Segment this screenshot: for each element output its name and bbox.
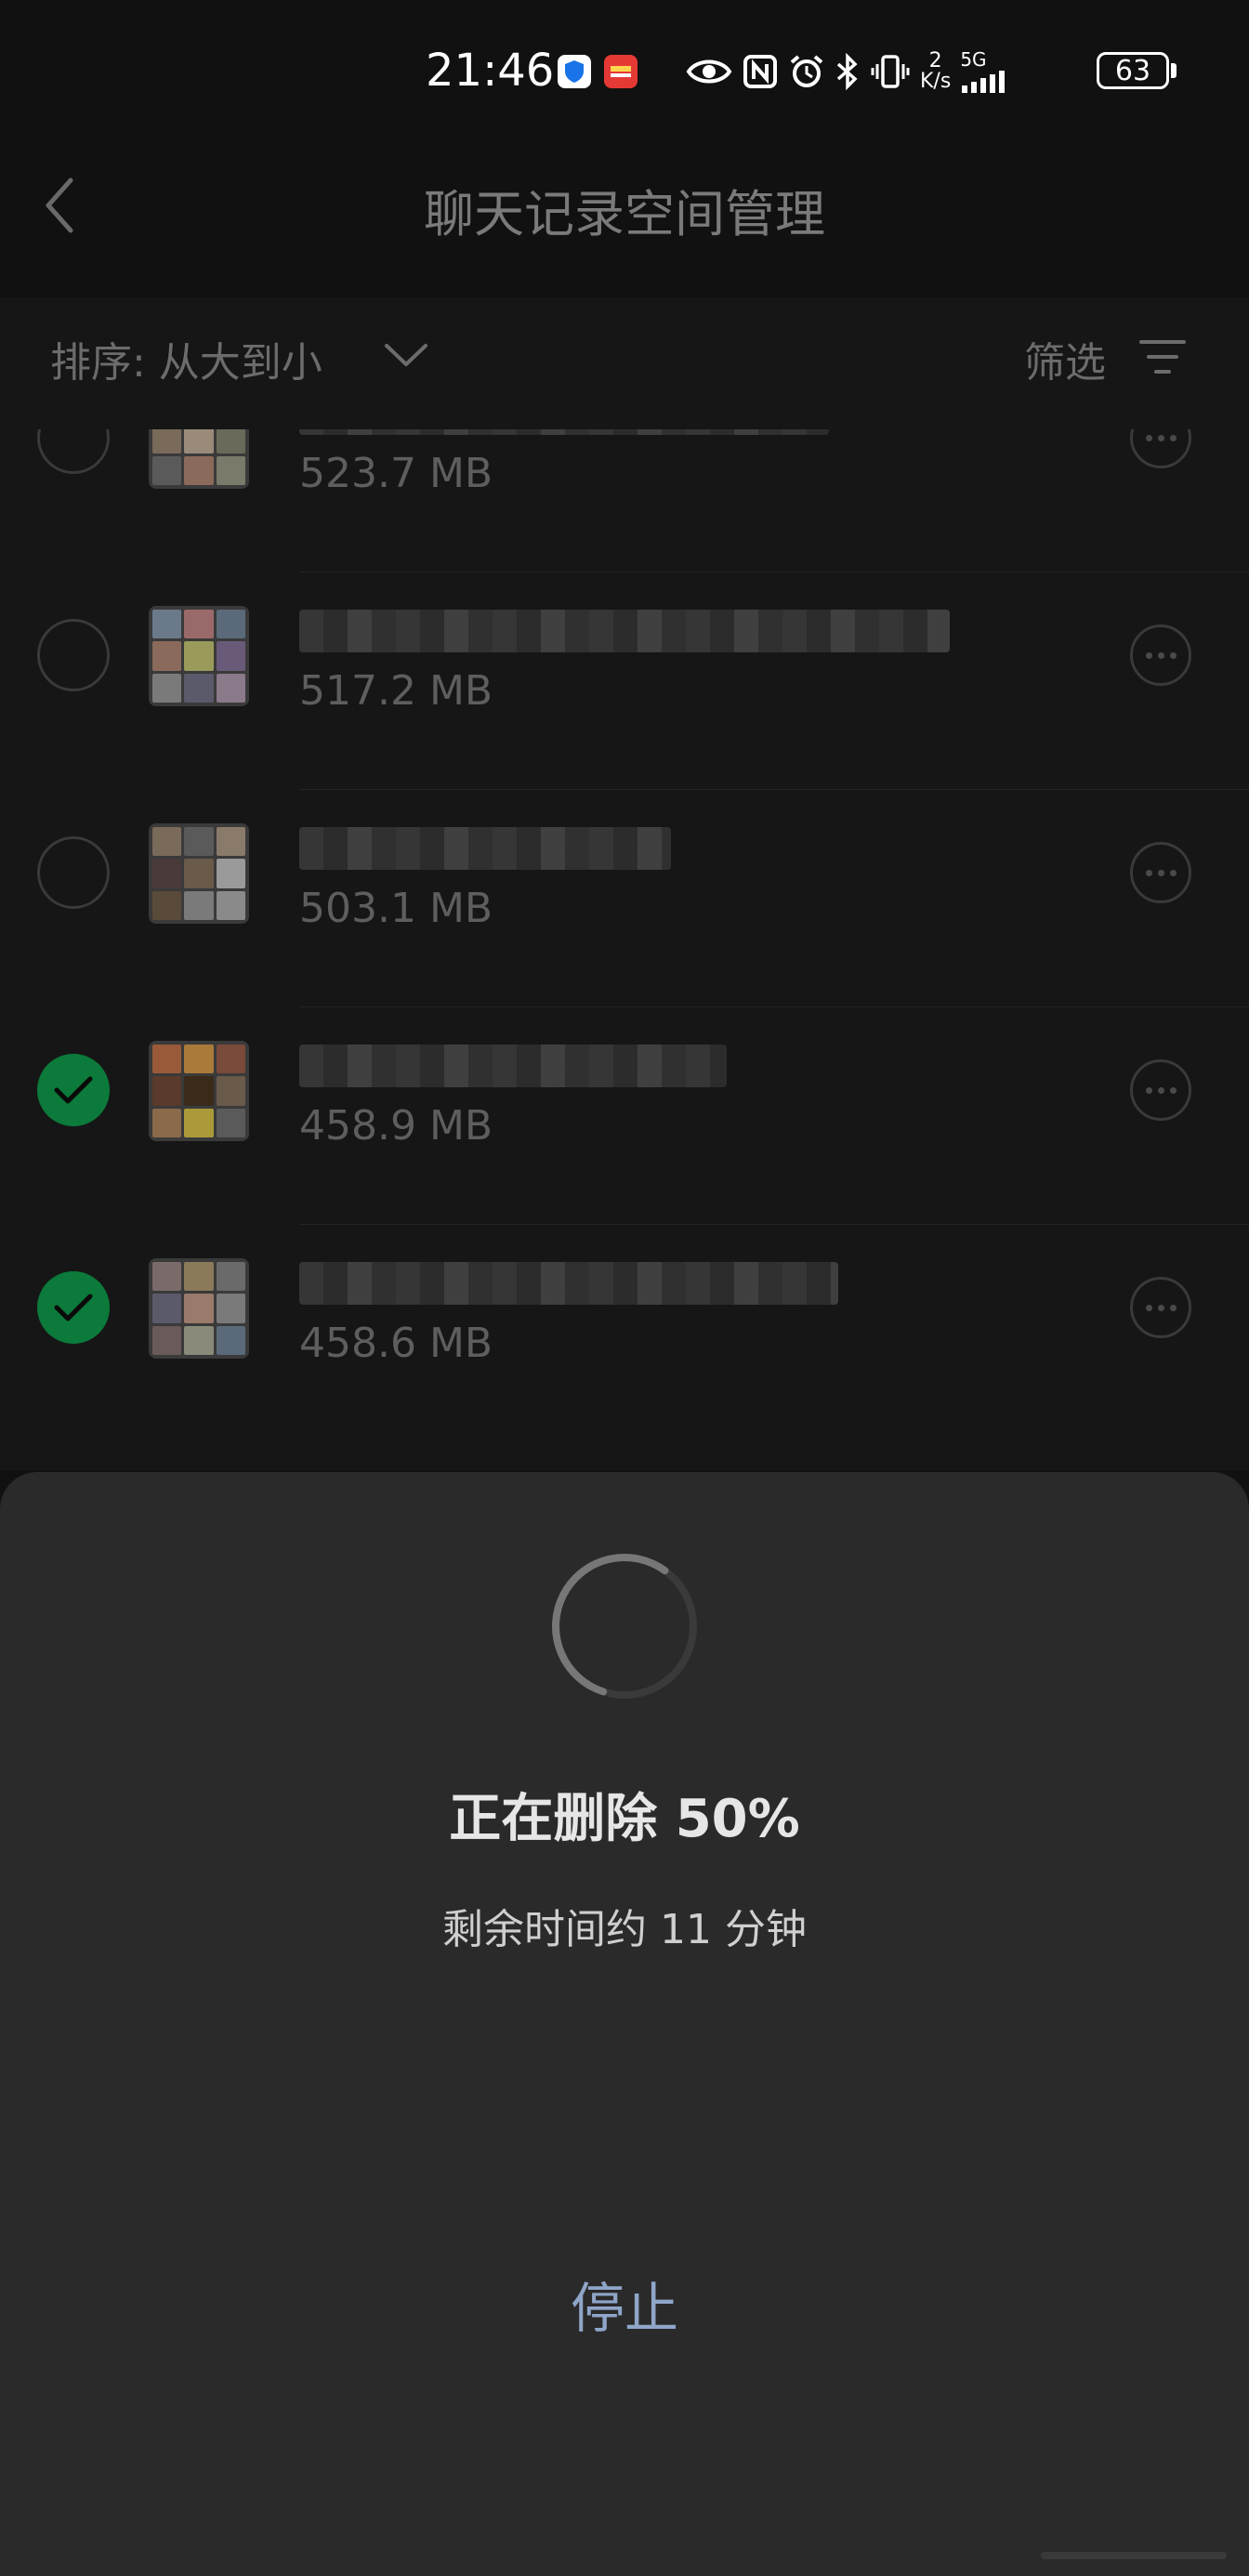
home-indicator <box>1041 2552 1227 2559</box>
chat-name-redacted <box>299 1045 727 1087</box>
chat-size: 458.6 MB <box>299 1320 493 1367</box>
stop-button[interactable]: 停止 <box>485 2262 764 2346</box>
chat-name-redacted <box>299 827 671 870</box>
select-checkbox-checked[interactable] <box>37 1271 110 1344</box>
list-item[interactable]: 517.2 MB <box>0 572 1249 790</box>
chat-name-redacted <box>299 429 829 435</box>
chat-size: 523.7 MB <box>299 450 493 497</box>
network-type: 5G <box>960 48 987 71</box>
battery-indicator: 63 <box>1097 52 1169 89</box>
battery-tip <box>1171 63 1177 78</box>
page-title: 聊天记录空间管理 <box>424 185 825 243</box>
list-item[interactable]: 458.6 MB <box>0 1225 1249 1442</box>
more-options-button[interactable] <box>1130 429 1191 468</box>
avatar <box>149 429 249 489</box>
list-item[interactable]: 458.9 MB <box>0 1007 1249 1225</box>
status-bar: 21:46 2 K/s 5G 63 <box>0 0 1249 139</box>
shield-icon <box>556 53 593 90</box>
filter-button[interactable]: 筛选 <box>1024 329 1106 388</box>
status-time: 21:46 <box>426 45 555 97</box>
bluetooth-icon <box>835 53 861 90</box>
sort-dropdown[interactable]: 排序: 从大到小 <box>50 329 322 388</box>
speed-unit: K/s <box>920 70 952 93</box>
nfc-icon <box>742 53 779 90</box>
avatar <box>149 1041 249 1141</box>
chat-name-redacted <box>299 1262 838 1305</box>
avatar <box>149 1258 249 1359</box>
more-options-button[interactable] <box>1130 624 1191 686</box>
battery-level: 63 <box>1114 54 1151 87</box>
more-options-button[interactable] <box>1130 1277 1191 1338</box>
chat-record-list: 523.7 MB 517.2 MB 503.1 MB 458.9 MB 458.… <box>0 429 1249 1470</box>
status-icons: 2 K/s 5G <box>556 48 1025 95</box>
cellular-signal-icon: 5G <box>960 50 1025 93</box>
screen: 21:46 2 K/s 5G 63 聊天记录空间管理 排序: 从大到小 筛选 5… <box>0 0 1249 2576</box>
chat-size: 503.1 MB <box>299 885 493 932</box>
network-speed: 2 K/s <box>920 51 951 92</box>
select-checkbox-checked[interactable] <box>37 1054 110 1126</box>
chevron-down-icon[interactable] <box>383 342 429 374</box>
chat-name-redacted <box>299 610 950 652</box>
select-checkbox[interactable] <box>37 836 110 909</box>
speed-value: 2 <box>928 49 942 72</box>
avatar <box>149 823 249 924</box>
loading-spinner-icon <box>552 1554 697 1699</box>
chat-size: 517.2 MB <box>299 667 493 715</box>
delete-progress-text: 正在删除 50% <box>449 1789 800 1849</box>
avatar <box>149 606 249 706</box>
app-notification-icon <box>602 53 639 90</box>
select-checkbox[interactable] <box>37 429 110 474</box>
more-options-button[interactable] <box>1130 842 1191 903</box>
alarm-icon <box>788 53 825 90</box>
more-options-button[interactable] <box>1130 1059 1191 1121</box>
vibrate-icon <box>870 53 911 90</box>
filter-icon[interactable] <box>1139 336 1186 381</box>
list-item[interactable]: 523.7 MB <box>0 429 1249 572</box>
checkmark-icon <box>54 1076 93 1104</box>
chat-size: 458.9 MB <box>299 1102 493 1150</box>
checkmark-icon <box>54 1294 93 1321</box>
eye-icon <box>686 55 732 88</box>
remaining-time-text: 剩余时间约 11 分钟 <box>442 1906 807 1953</box>
list-item[interactable]: 503.1 MB <box>0 790 1249 1007</box>
select-checkbox[interactable] <box>37 619 110 691</box>
